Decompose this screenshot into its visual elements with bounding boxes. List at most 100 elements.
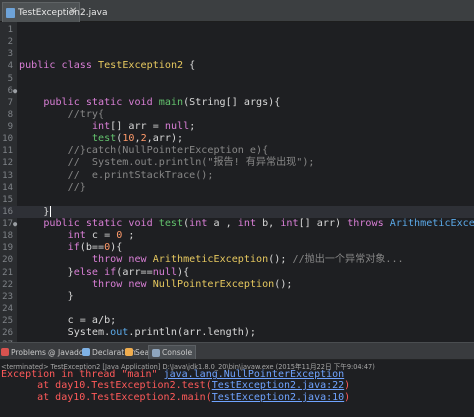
code-line[interactable]: 6 ● (0, 85, 474, 97)
editor-tab-label: TestException2.java (18, 7, 108, 18)
code-line[interactable]: 23 } (0, 291, 474, 303)
problems-icon (1, 348, 9, 356)
code-token: } (19, 206, 50, 218)
java-file-icon (6, 7, 15, 18)
code-editor[interactable]: 1 2 3 4 public class TestException2 {5 6 ● 7 pu… (0, 22, 474, 342)
code-line[interactable]: 15 (0, 194, 474, 206)
code-token: //}catch(NullPointerException e){ (19, 145, 269, 157)
line-number: 13 (2, 170, 13, 181)
code-text: public static void test(int a , int b, i… (19, 218, 474, 230)
code-line[interactable]: 1 (0, 24, 474, 36)
code-token: (b== (79, 242, 105, 254)
console-link[interactable]: java.lang.NullPointerException (164, 369, 345, 380)
line-number: 20 (2, 255, 13, 266)
tab-label: Console (162, 348, 193, 357)
code-line[interactable]: 5 (0, 73, 474, 85)
code-token: (); (274, 278, 293, 290)
code-token: 10 (122, 133, 135, 145)
code-line[interactable]: 25 c = a/b; (0, 315, 474, 327)
declaration-icon (82, 348, 90, 356)
code-line[interactable]: 18 int c = 0 ; (0, 230, 474, 242)
code-line[interactable]: 21 }else if(arr==null){ (0, 267, 474, 279)
code-token: public static void (43, 218, 159, 230)
code-line[interactable]: 9 int[] arr = null; (0, 121, 474, 133)
code-token: ){ (110, 242, 123, 254)
code-token: throw new (91, 278, 153, 290)
code-token: ,arr); (146, 133, 184, 145)
line-number: 11 (2, 146, 13, 157)
code-token: ; (122, 230, 135, 242)
code-token: [] arr) (298, 218, 348, 230)
code-line[interactable]: 17 ● public static void test(int a , int … (0, 218, 474, 230)
code-token: // e.printStackTrace(); (19, 169, 214, 181)
code-line[interactable]: 22 throw new NullPointerException(); (0, 279, 474, 291)
code-text: //try{ (19, 109, 104, 121)
editor-tab-testexception2[interactable]: TestException2.java ✕ (2, 2, 107, 22)
console-line: at day10.TestException2.main(TestExcepti… (1, 392, 350, 404)
code-line[interactable]: 7 public static void main(String[] args)… (0, 97, 474, 109)
code-token: ArithmeticException (389, 218, 474, 230)
code-token: public class (19, 60, 99, 72)
line-number: 22 (2, 279, 13, 290)
code-token: main (158, 96, 184, 108)
search-icon (125, 348, 133, 356)
code-text: //} (19, 182, 86, 194)
code-line[interactable]: 20 throw new ArithmeticException(); //抛出… (0, 254, 474, 266)
code-line[interactable]: 11 //}catch(NullPointerException e){ (0, 145, 474, 157)
console-link[interactable]: TestException2.java:22 (212, 380, 344, 391)
code-line[interactable]: 3 (0, 48, 474, 60)
line-number: 3 (7, 49, 13, 60)
fold-marker-icon[interactable]: ● (13, 85, 17, 97)
code-token: TestException2 (98, 60, 184, 72)
code-text: public static void main(String[] args){ (19, 97, 280, 109)
line-number: 9 (7, 122, 13, 133)
code-line[interactable]: 13 // e.printStackTrace(); (0, 170, 474, 182)
tab-problems[interactable]: Problems (1, 345, 46, 359)
editor-tab-bar: TestException2.java ✕ (0, 0, 474, 22)
code-line[interactable]: 14 //} (0, 182, 474, 194)
code-line[interactable]: 12 // System.out.println("报告! 有异常出现"); (0, 157, 474, 169)
line-number: 7 (7, 97, 13, 108)
code-text: //}catch(NullPointerException e){ (19, 145, 269, 157)
console-link[interactable]: TestException2.java:10 (212, 392, 344, 403)
close-icon[interactable]: ✕ (69, 6, 77, 18)
code-token: [] arr = (110, 121, 165, 133)
fold-marker-icon[interactable]: ● (13, 218, 17, 230)
code-line[interactable]: 26 System.out.println(arr.length); (0, 327, 474, 339)
line-number: 4 (7, 61, 13, 72)
console-panel[interactable]: <terminated> TestException2 [Java Applic… (0, 360, 474, 417)
code-line[interactable]: 8 //try{ (0, 109, 474, 121)
line-number: 17 (2, 219, 13, 230)
code-token: .println(arr.length); (128, 327, 257, 339)
code-line[interactable]: 24 (0, 303, 474, 315)
code-token: NullPointerException (152, 278, 275, 290)
code-token: //try{ (19, 108, 105, 120)
code-text: c = a/b; (19, 315, 117, 327)
code-token: int (189, 218, 208, 230)
code-token: } (19, 266, 74, 278)
code-line[interactable]: 16 } (0, 205, 474, 218)
code-token: //} (19, 181, 86, 193)
code-text: public class TestException2 { (19, 60, 195, 72)
code-token: if (67, 242, 80, 254)
code-line[interactable]: 4 public class TestException2 { (0, 60, 474, 72)
code-token: System. (19, 327, 111, 339)
code-text: throw new ArithmeticException(); //抛出一个异… (19, 254, 404, 266)
code-line[interactable]: 10 test(10,2,arr); (0, 133, 474, 145)
code-token: null (152, 266, 178, 278)
code-token: out (110, 327, 129, 339)
code-line[interactable]: 19 if(b==0){ (0, 242, 474, 254)
code-text: test(10,2,arr); (19, 133, 183, 145)
code-token: ; (189, 121, 196, 133)
code-token: else if (73, 266, 117, 278)
tab-console[interactable]: Console (148, 345, 197, 359)
line-number: 2 (7, 37, 13, 48)
code-line[interactable]: 2 (0, 36, 474, 48)
code-token: test (158, 218, 184, 230)
line-number: 14 (2, 182, 13, 193)
